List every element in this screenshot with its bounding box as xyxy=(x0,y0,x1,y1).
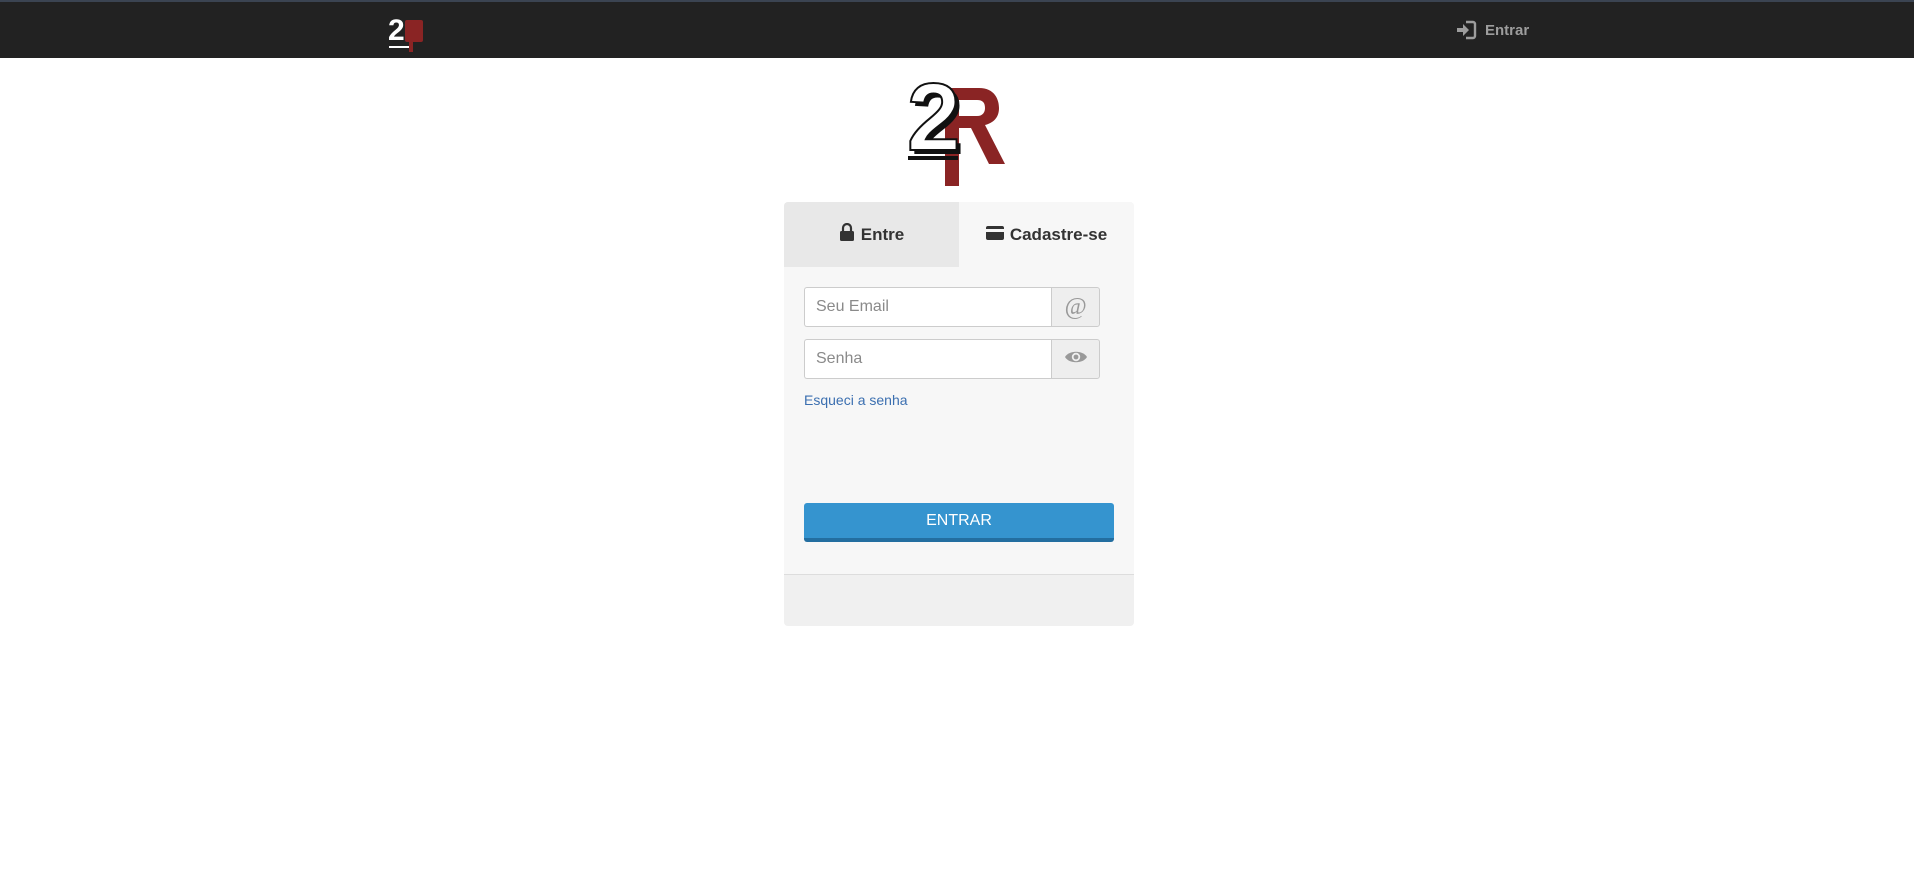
email-field-group: @ xyxy=(804,287,1100,327)
tab-register-label: Cadastre-se xyxy=(1009,224,1108,244)
navbar-logo[interactable]: 2 xyxy=(387,14,427,64)
password-addon[interactable] xyxy=(1051,339,1100,379)
svg-text:2: 2 xyxy=(388,14,405,47)
at-sign-icon: @ xyxy=(1064,294,1087,320)
lock-icon xyxy=(839,222,855,246)
card-footer xyxy=(784,574,1134,626)
navbar-login-link[interactable]: Entrar xyxy=(1455,20,1529,40)
login-card: Entre Cadastre-se @ xyxy=(784,202,1134,626)
svg-text:2: 2 xyxy=(907,68,960,171)
email-addon: @ xyxy=(1051,287,1100,327)
email-input[interactable] xyxy=(804,287,1051,327)
tab-register[interactable]: Cadastre-se xyxy=(959,202,1134,267)
credit-card-icon xyxy=(985,225,1004,245)
top-navbar: 2 Entrar xyxy=(0,0,1914,58)
password-field-group xyxy=(804,339,1100,379)
navbar-login-label: Entrar xyxy=(1485,21,1530,39)
forgot-password-link[interactable]: Esqueci a senha xyxy=(804,392,908,408)
password-input[interactable] xyxy=(804,339,1051,379)
eye-icon[interactable] xyxy=(1064,349,1088,370)
sign-in-icon xyxy=(1455,20,1477,40)
login-submit-button[interactable]: ENTRAR xyxy=(804,503,1114,542)
brand-logo: 2 2 xyxy=(905,63,1005,186)
tab-login-label: Entre xyxy=(860,224,905,244)
tab-login[interactable]: Entre xyxy=(784,202,959,267)
auth-tabs: Entre Cadastre-se xyxy=(784,202,1134,267)
